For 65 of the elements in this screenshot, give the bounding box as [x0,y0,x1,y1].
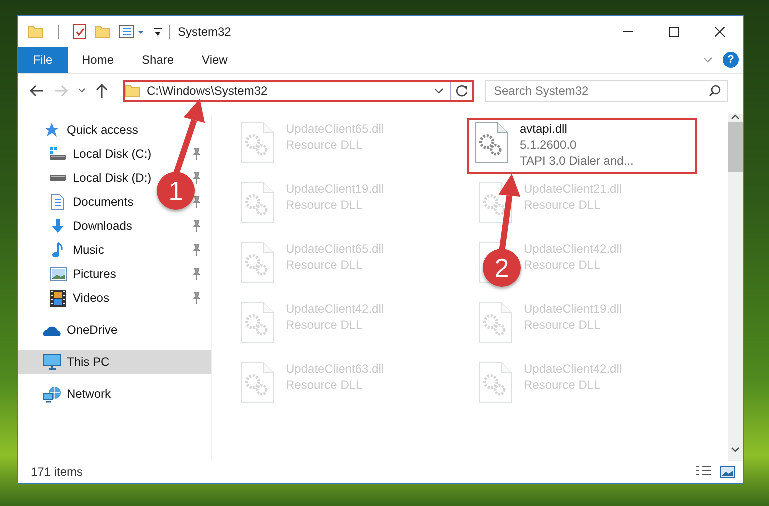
drive-icon [49,174,67,182]
address-path: C:\Windows\System32 [146,84,269,98]
dll-file-icon [479,302,513,344]
sidebar-item[interactable]: Local Disk (C:) [73,147,152,161]
dll-file-icon [479,362,513,404]
checklist-icon [73,24,87,40]
sidebar-item[interactable]: Videos [73,291,110,305]
window-title: System32 [178,24,232,38]
highlighted-file-item[interactable]: avtapi.dll 5.1.2600.0 TAPI 3.0 Dialer and... [467,118,697,174]
item-count: 171 items [31,465,84,479]
folder-icon [95,24,111,38]
sidebar-item[interactable]: Documents [73,195,134,209]
download-icon [50,218,66,234]
drive-icon [49,146,67,162]
chevron-down-icon [703,56,713,64]
sidebar-item[interactable]: OneDrive [67,323,118,337]
up-icon [96,84,108,98]
refresh-icon [456,85,468,97]
scroll-down-icon [731,447,740,453]
address-field[interactable]: C:\Windows\System32 [123,80,474,102]
scroll-up-icon [731,114,740,120]
maximize-icon [669,26,679,36]
ribbon-tab[interactable]: View [188,47,242,73]
folder-icon [125,84,141,98]
caret-icon [153,26,163,38]
ribbon-tab[interactable]: Share [128,47,188,73]
ribbon-tab[interactable]: Home [68,47,128,73]
close-icon [715,26,725,36]
search-icon [709,85,721,97]
properties-icon [119,24,145,38]
dll-file-icon [241,122,275,164]
dll-file-icon [241,182,275,224]
back-icon [30,85,44,97]
document-icon [51,194,65,210]
sidebar-item[interactable]: Local Disk (D:) [73,171,152,185]
dll-file-icon [241,362,275,404]
large-icons-view-icon [720,466,735,478]
scrollbar-thumb[interactable] [728,122,743,172]
sidebar-item[interactable]: This PC [67,355,110,369]
folder-icon [28,24,44,38]
sidebar-item[interactable]: Downloads [73,219,132,233]
sidebar-item[interactable]: Music [73,243,104,257]
ribbon-tab[interactable]: File [18,47,68,73]
dll-file-icon [475,122,509,164]
file-detail: TAPI 3.0 Dialer and... [520,154,634,169]
dropdown-caret-icon [434,88,444,94]
file-detail: 5.1.2600.0 [520,138,577,153]
music-note-icon [52,242,64,258]
picture-icon [50,267,66,281]
file-name[interactable]: avtapi.dll [520,122,568,137]
computer-icon [42,354,62,370]
caret-icon [78,88,86,94]
film-icon [50,290,66,306]
search-field[interactable]: Search System32 [485,80,728,102]
sidebar-item[interactable]: Network [67,387,112,401]
dll-file-icon [241,242,275,284]
help-button[interactable]: ? [723,52,739,68]
star-icon [44,122,60,138]
sidebar-item[interactable]: Pictures [73,267,116,281]
scrollbar[interactable] [728,114,743,461]
network-icon [42,386,62,402]
details-view-icon [695,466,712,478]
dll-file-icon [241,302,275,344]
sidebar-item[interactable]: Quick access [67,123,138,137]
forward-icon [54,85,68,97]
